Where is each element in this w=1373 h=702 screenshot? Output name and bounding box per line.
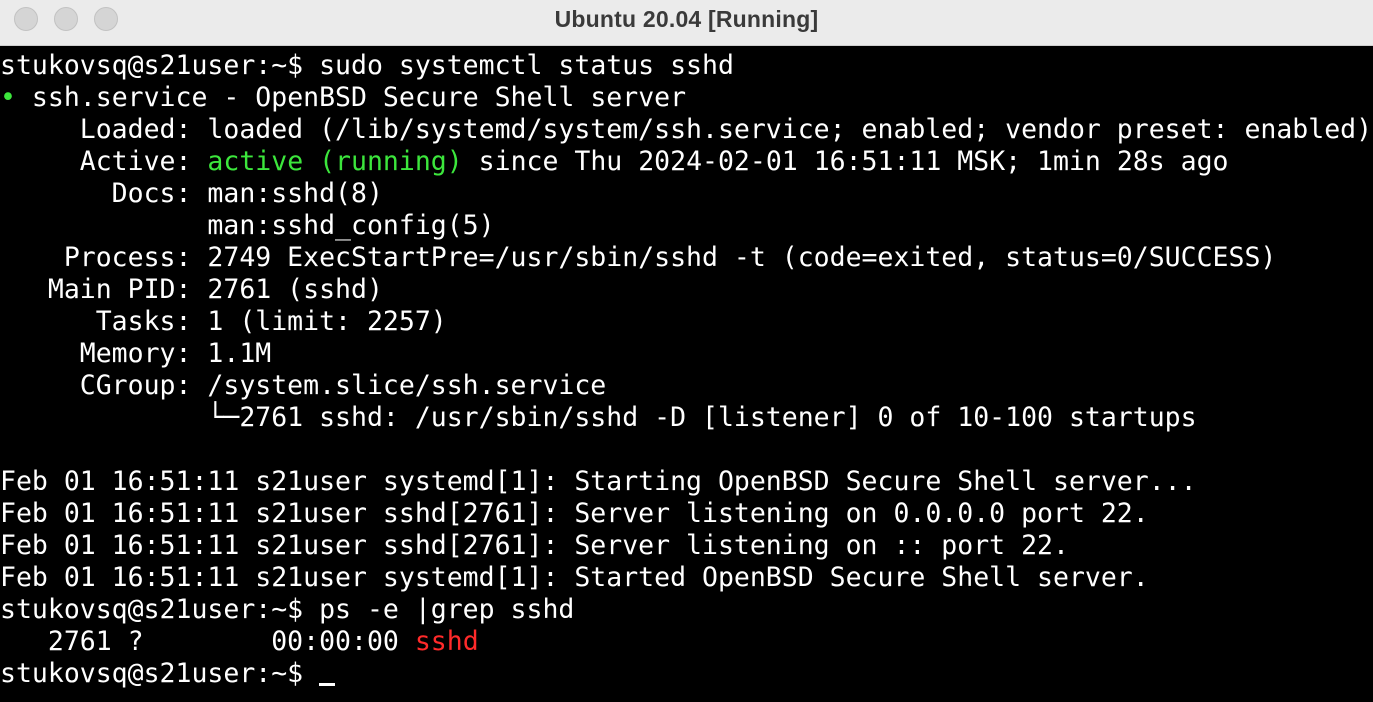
terminal-line-ps-result: 2761 ? 00:00:00 sshd [0, 626, 479, 658]
terminal-line-docs-2: man:sshd_config(5) [0, 210, 495, 241]
terminal-line-docs: Docs: man:sshd(8) [0, 178, 383, 209]
terminal-line-service: • ssh.service - OpenBSD Secure Shell ser… [0, 82, 686, 114]
log-line: Feb 01 16:51:11 s21user systemd[1]: Star… [0, 466, 1197, 497]
terminal-line-memory: Memory: 1.1M [0, 338, 272, 369]
active-label: Active: [0, 146, 208, 177]
shell-prompt: stukovsq@s21user:~$ [0, 658, 320, 689]
grep-match: sshd [414, 626, 479, 657]
title-bar[interactable]: Ubuntu 20.04 [Running] [0, 0, 1373, 46]
shell-prompt: stukovsq@s21user:~$ [0, 594, 320, 625]
terminal-line-active: Active: active (running) since Thu 2024-… [0, 146, 1229, 178]
log-line: Feb 01 16:51:11 s21user systemd[1]: Star… [0, 562, 1149, 593]
terminal-line-loaded: Loaded: loaded (/lib/systemd/system/ssh.… [0, 114, 1373, 145]
terminal-line-cgroup: CGroup: /system.slice/ssh.service [0, 370, 607, 401]
active-state: active (running) [207, 146, 463, 177]
terminal-line-cgroup-child: └─2761 sshd: /usr/sbin/sshd -D [listener… [0, 402, 1197, 433]
terminal-line-main-pid: Main PID: 2761 (sshd) [0, 274, 383, 305]
terminal-line-tasks: Tasks: 1 (limit: 2257) [0, 306, 447, 337]
log-line: Feb 01 16:51:11 s21user sshd[2761]: Serv… [0, 498, 1149, 529]
command-text: ps -e |grep sshd [319, 594, 575, 625]
terminal-line-command: stukovsq@s21user:~$ sudo systemctl statu… [0, 50, 734, 82]
text-cursor [319, 683, 336, 686]
active-since: since Thu 2024-02-01 16:51:11 MSK; 1min … [462, 146, 1229, 177]
terminal-line-command: stukovsq@s21user:~$ ps -e |grep sshd [0, 594, 574, 626]
ps-row-prefix: 2761 ? 00:00:00 [0, 626, 415, 657]
terminal-line-process: Process: 2749 ExecStartPre=/usr/sbin/ssh… [0, 242, 1277, 273]
status-dot-icon: • [0, 82, 16, 113]
shell-prompt: stukovsq@s21user:~$ [0, 50, 320, 81]
command-text: sudo systemctl status sshd [319, 50, 734, 81]
terminal-line-input[interactable]: stukovsq@s21user:~$ [0, 658, 336, 690]
vm-window: Ubuntu 20.04 [Running] stukovsq@s21user:… [0, 0, 1373, 702]
log-line: Feb 01 16:51:11 s21user sshd[2761]: Serv… [0, 530, 1069, 561]
terminal-screen[interactable]: stukovsq@s21user:~$ sudo systemctl statu… [0, 48, 1373, 702]
window-title: Ubuntu 20.04 [Running] [554, 6, 819, 32]
service-name: ssh.service - OpenBSD Secure Shell serve… [15, 82, 687, 113]
